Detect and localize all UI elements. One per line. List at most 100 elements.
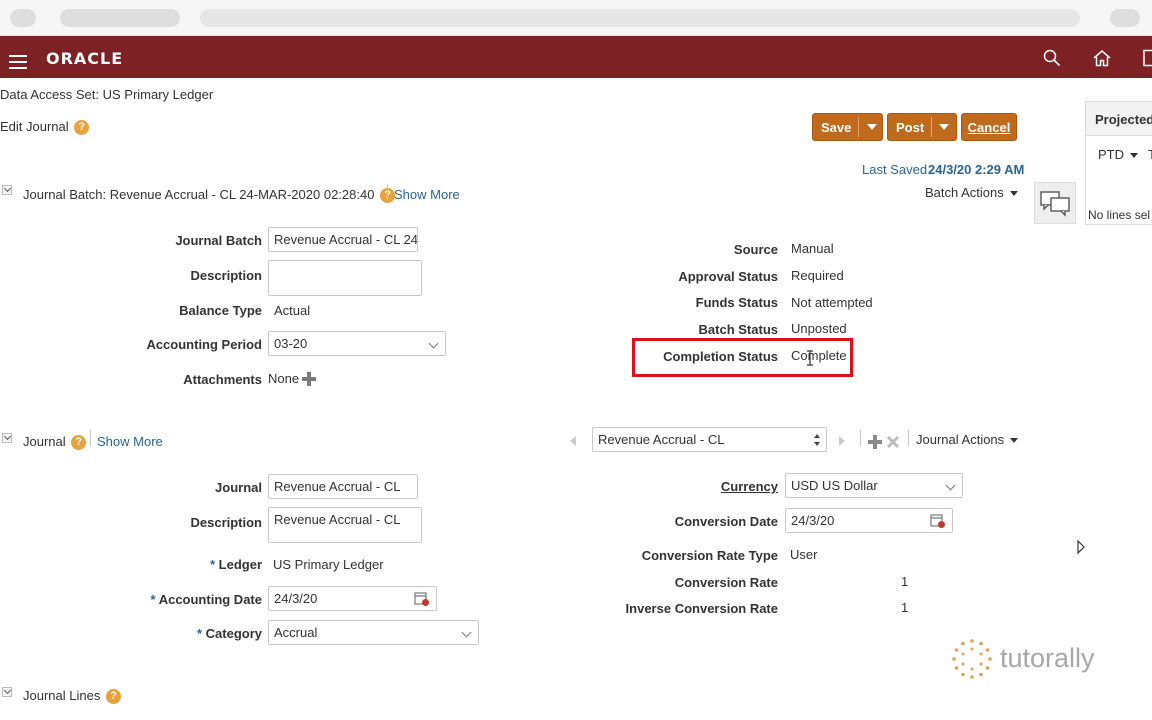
- chat-icon: [1040, 191, 1070, 217]
- batch-actions-label: Batch Actions: [925, 185, 1004, 200]
- search-icon[interactable]: [1043, 49, 1061, 67]
- chevron-down-icon: [1010, 438, 1019, 444]
- save-button[interactable]: Save: [812, 113, 883, 141]
- cancel-button[interactable]: Cancel: [961, 113, 1017, 141]
- calendar-icon[interactable]: [414, 591, 430, 607]
- favorites-icon[interactable]: [1142, 49, 1152, 67]
- batch-status-value: Unposted: [791, 321, 847, 336]
- collapse-batch-icon[interactable]: [2, 185, 12, 195]
- divider: [908, 430, 909, 446]
- collapse-journal-icon[interactable]: [2, 433, 12, 443]
- funds-status-label: Funds Status: [695, 295, 778, 310]
- funds-status-value: Not attempted: [791, 295, 873, 310]
- category-label: * Category: [197, 626, 262, 641]
- page-title-text: Edit Journal: [0, 119, 69, 134]
- accounting-period-value: 03-20: [274, 336, 308, 351]
- divider: [387, 184, 388, 200]
- accounting-date-label: * Accounting Date: [151, 592, 263, 607]
- journal-batch-label: Journal Batch: [175, 233, 262, 248]
- chat-button[interactable]: [1034, 182, 1076, 224]
- accounting-date-input[interactable]: 24/3/20: [268, 586, 437, 611]
- batch-description-input[interactable]: [268, 260, 422, 296]
- accounting-period-label: Accounting Period: [146, 337, 262, 352]
- source-label: Source: [733, 242, 778, 257]
- chevron-down-icon: [1009, 191, 1018, 197]
- navigator-menu-icon[interactable]: [9, 55, 27, 69]
- batch-show-more-link[interactable]: Show More: [394, 187, 460, 202]
- post-button-label: Post: [896, 119, 925, 135]
- add-attachment-icon[interactable]: [302, 372, 316, 386]
- journal-lines-title-text: Journal Lines: [23, 688, 101, 703]
- source-value: Manual: [791, 241, 834, 256]
- journal-actions-menu[interactable]: Journal Actions: [916, 432, 1019, 447]
- browser-toolbar: [0, 0, 1152, 36]
- help-icon[interactable]: ?: [105, 689, 121, 705]
- category-value: Accrual: [274, 625, 318, 640]
- browser-menu-blur: [1110, 9, 1140, 27]
- attachments-value: None: [268, 371, 300, 386]
- journal-description-input[interactable]: Revenue Accrual - CL: [268, 507, 422, 543]
- chevron-down-icon: [428, 338, 439, 349]
- conversion-date-input[interactable]: 24/3/20: [785, 508, 953, 533]
- oracle-logo: ORACLE: [46, 49, 124, 68]
- batch-status-label: Batch Status: [698, 322, 778, 337]
- balance-type-value: Actual: [274, 303, 311, 318]
- panel-title: Projected: [1086, 102, 1152, 136]
- ledger-label-text: Ledger: [218, 557, 262, 572]
- batch-section-title: Journal Batch: Revenue Accrual - CL 24-M…: [23, 187, 396, 204]
- journal-selector[interactable]: Revenue Accrual - CL: [592, 427, 827, 452]
- category-select[interactable]: Accrual: [268, 620, 479, 645]
- currency-label[interactable]: Currency: [721, 479, 778, 494]
- help-icon[interactable]: ?: [74, 120, 90, 136]
- journal-lines-title: Journal Lines ?: [23, 688, 121, 705]
- home-icon[interactable]: [1092, 49, 1112, 67]
- conversion-rate-type-label: Conversion Rate Type: [641, 548, 778, 563]
- divider: [860, 430, 861, 446]
- browser-tabs-blur: [200, 9, 1080, 27]
- ptd-label: PTD: [1098, 147, 1124, 162]
- previous-journal-icon[interactable]: [569, 435, 577, 447]
- conversion-date-label: Conversion Date: [674, 514, 778, 529]
- conversion-rate-value: 1: [901, 574, 909, 589]
- panel-column-t: T: [1148, 147, 1152, 162]
- browser-nav-blur: [10, 9, 36, 27]
- accounting-date-label-text: Accounting Date: [158, 592, 262, 607]
- required-icon: *: [196, 626, 203, 641]
- accounting-period-select[interactable]: 03-20: [268, 331, 446, 356]
- calendar-icon[interactable]: [930, 513, 946, 529]
- browser-address-blur: [60, 9, 180, 27]
- ledger-label: * Ledger: [210, 557, 262, 572]
- post-menu-icon[interactable]: [939, 124, 949, 130]
- journal-batch-input[interactable]: Revenue Accrual - CL 24: [268, 227, 418, 252]
- help-icon[interactable]: ?: [71, 435, 87, 451]
- save-menu-icon[interactable]: [867, 124, 877, 130]
- text-cursor-icon: [807, 350, 813, 366]
- next-journal-icon[interactable]: [838, 435, 846, 447]
- currency-select[interactable]: USD US Dollar: [785, 473, 963, 498]
- projected-balances-panel: Projected PTD T No lines sel: [1085, 101, 1152, 225]
- tutorally-watermark: tutorally: [1000, 643, 1095, 673]
- conversion-date-value: 24/3/20: [791, 513, 835, 528]
- journal-selector-value: Revenue Accrual - CL: [598, 432, 725, 447]
- last-saved-label: Last Saved: [862, 162, 928, 177]
- journal-name-input[interactable]: Revenue Accrual - CL: [268, 474, 418, 499]
- ptd-selector[interactable]: PTD: [1098, 147, 1138, 162]
- required-icon: *: [150, 592, 156, 607]
- post-split-divider: [931, 117, 932, 137]
- post-button[interactable]: Post: [887, 113, 957, 141]
- ledger-value: US Primary Ledger: [273, 557, 384, 572]
- highlight-box: [632, 338, 853, 377]
- required-icon: *: [209, 557, 216, 572]
- collapse-lines-icon[interactable]: [2, 687, 12, 697]
- tutorally-logo-icon: [952, 639, 992, 679]
- journal-actions-label: Journal Actions: [916, 432, 1005, 447]
- accounting-date-value: 24/3/20: [274, 591, 318, 606]
- approval-status-label: Approval Status: [678, 269, 778, 284]
- journal-show-more-link[interactable]: Show More: [97, 434, 163, 449]
- batch-actions-menu[interactable]: Batch Actions: [925, 185, 1018, 200]
- inverse-conversion-rate-label: Inverse Conversion Rate: [625, 601, 778, 616]
- currency-value: USD US Dollar: [791, 478, 878, 493]
- add-journal-icon[interactable]: [868, 435, 882, 449]
- expand-panel-icon[interactable]: [1076, 539, 1086, 555]
- delete-journal-icon[interactable]: [886, 435, 900, 449]
